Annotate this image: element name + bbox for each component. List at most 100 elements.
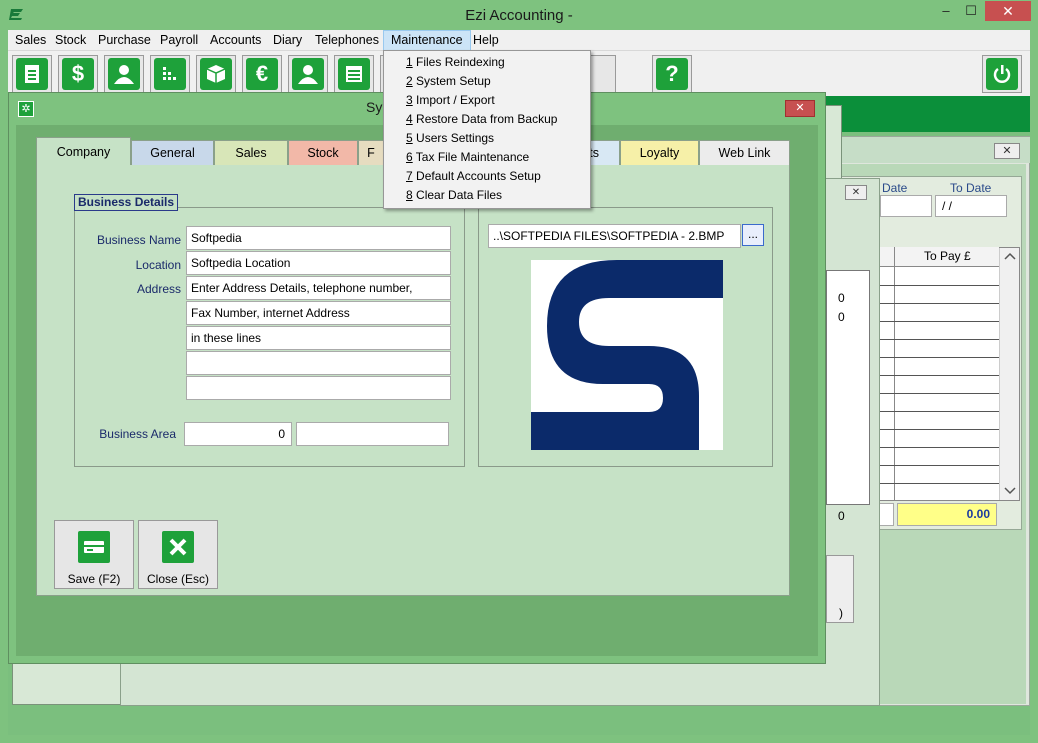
menu-restore-backup[interactable]: 4 Restore Data from Backup: [406, 110, 557, 129]
logo-browse-button[interactable]: ...: [742, 224, 764, 246]
menu-stock[interactable]: Stock: [48, 30, 93, 51]
business-name-label: Business Name: [96, 233, 181, 247]
toolbar-document-button[interactable]: [12, 55, 52, 93]
tab-web-link[interactable]: Web Link: [699, 140, 790, 165]
grid-row-line: [868, 285, 999, 286]
maintenance-dropdown-menu: 1 Files Reindexing 2 System Setup 3 Impo…: [383, 50, 591, 209]
tab-stock[interactable]: Stock: [288, 140, 358, 165]
stacked-grid-value: 0: [838, 310, 845, 324]
grid-row-line: [868, 429, 999, 430]
address-line-4[interactable]: [186, 351, 451, 375]
close-x-icon: [162, 531, 194, 563]
grid-icon: [154, 58, 186, 90]
business-details-title: Business Details: [74, 194, 179, 211]
from-date-field[interactable]: [880, 195, 932, 217]
gear-icon: ✲: [18, 101, 34, 117]
stacked-grid-value: 0: [838, 291, 845, 305]
toolbar-box-button[interactable]: [196, 55, 236, 93]
tab-loyalty[interactable]: Loyalty: [620, 140, 699, 165]
business-area-field[interactable]: 0: [184, 422, 292, 446]
window-title: Ezi Accounting -: [465, 7, 573, 24]
stacked-window-button-label: ): [839, 606, 843, 620]
menu-accounts[interactable]: Accounts: [203, 30, 268, 51]
toolbar-calendar-button[interactable]: [334, 55, 374, 93]
menu-clear-data-files[interactable]: 8 Clear Data Files: [406, 186, 502, 205]
maximize-button[interactable]: ☐: [959, 1, 983, 21]
to-date-label: To Date: [950, 181, 992, 195]
grid-row-line: [868, 303, 999, 304]
save-button[interactable]: Save (F2): [54, 520, 134, 589]
tab-company[interactable]: Company: [36, 137, 131, 165]
help-icon: ?: [656, 58, 688, 90]
grid-row-line: [868, 339, 999, 340]
menu-tax-file-maintenance[interactable]: 6 Tax File Maintenance: [406, 148, 529, 167]
grid-row-line: [868, 357, 999, 358]
minimize-button[interactable]: –: [934, 1, 958, 21]
location-field[interactable]: Softpedia Location: [186, 251, 451, 275]
tab-general[interactable]: General: [131, 140, 214, 165]
menu-diary[interactable]: Diary: [266, 30, 309, 51]
stacked-grid-total: 0: [838, 509, 845, 523]
save-card-icon: [78, 531, 110, 563]
stacked-window-close-button[interactable]: ✕: [845, 185, 867, 200]
grid-row-line: [868, 465, 999, 466]
grid-row-line: [868, 483, 999, 484]
toolbar-grid-button[interactable]: [150, 55, 190, 93]
logo-path-field[interactable]: ..\SOFTPEDIA FILES\SOFTPEDIA - 2.BMP: [488, 224, 741, 248]
to-date-field[interactable]: / /: [935, 195, 1007, 217]
close-button-label: Close (Esc): [146, 572, 209, 586]
euro-icon: €: [246, 58, 278, 90]
location-label: Location: [135, 258, 181, 272]
menu-system-setup[interactable]: 2 System Setup: [406, 72, 491, 91]
grid-scrollbar[interactable]: [999, 248, 1019, 500]
toolbar-person-button[interactable]: [288, 55, 328, 93]
window-frame-left: [0, 30, 8, 743]
close-window-button[interactable]: ✕: [985, 1, 1031, 21]
tab-sales[interactable]: Sales: [214, 140, 288, 165]
grid-row-line: [868, 447, 999, 448]
menu-sales[interactable]: Sales: [8, 30, 53, 51]
toolbar-power-button[interactable]: [982, 55, 1022, 93]
menu-users-settings[interactable]: 5 Users Settings: [406, 129, 494, 148]
toolbar-help-button[interactable]: ?: [652, 55, 692, 93]
menu-files-reindexing[interactable]: 1 Files Reindexing: [406, 53, 505, 72]
address-label: Address: [136, 282, 181, 296]
menu-purchase[interactable]: Purchase: [91, 30, 158, 51]
menu-default-accounts-setup[interactable]: 7 Default Accounts Setup: [406, 167, 541, 186]
save-button-label: Save (F2): [67, 572, 121, 586]
close-button[interactable]: Close (Esc): [138, 520, 218, 589]
window-frame-bottom: [0, 735, 1038, 743]
dialog-close-button[interactable]: ✕: [785, 100, 815, 117]
total-to-pay-field: 0.00: [897, 503, 997, 526]
toolbar-euro-button[interactable]: €: [242, 55, 282, 93]
grid-header-to-pay: To Pay £: [924, 249, 971, 263]
grid-row-line: [868, 375, 999, 376]
business-name-field[interactable]: Softpedia: [186, 226, 451, 250]
address-line-2[interactable]: Fax Number, internet Address: [186, 301, 451, 325]
address-line-1[interactable]: Enter Address Details, telephone number,: [186, 276, 451, 300]
tab-hidden[interactable]: F: [358, 140, 384, 165]
menu-maintenance[interactable]: Maintenance: [383, 30, 471, 51]
toolbar-user-button[interactable]: [104, 55, 144, 93]
grid-row-line: [868, 321, 999, 322]
menu-bar: Sales Stock Purchase Payroll Accounts Di…: [8, 30, 1030, 51]
window-frame-right: [1030, 30, 1038, 743]
business-area-description-field[interactable]: [296, 422, 449, 446]
address-line-5[interactable]: [186, 376, 451, 400]
user-icon: [108, 58, 140, 90]
person-icon: [292, 58, 324, 90]
menu-payroll[interactable]: Payroll: [153, 30, 205, 51]
power-icon: [986, 58, 1018, 90]
dialog-title: Sy: [366, 99, 383, 115]
business-area-label: Business Area: [99, 427, 176, 441]
company-logo-image: [531, 260, 723, 450]
stacked-window-grid: [826, 270, 870, 505]
dollar-icon: $: [62, 58, 94, 90]
menu-help[interactable]: Help: [466, 30, 506, 51]
grid-row-line: [868, 393, 999, 394]
toolbar-dollar-button[interactable]: $: [58, 55, 98, 93]
background-window-close-button[interactable]: ✕: [994, 143, 1020, 159]
menu-import-export[interactable]: 3 Import / Export: [406, 91, 495, 110]
menu-telephones[interactable]: Telephones: [308, 30, 386, 51]
address-line-3[interactable]: in these lines: [186, 326, 451, 350]
